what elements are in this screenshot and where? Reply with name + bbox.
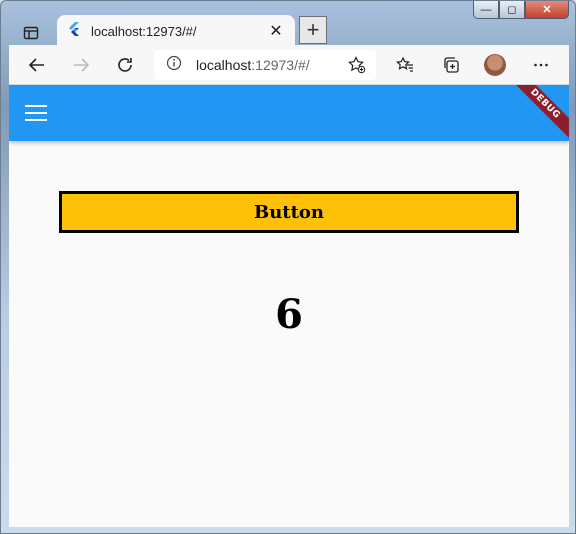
tab-title: localhost:12973/#/: [91, 23, 197, 39]
back-icon[interactable]: [23, 51, 51, 79]
more-options-icon[interactable]: [527, 51, 555, 79]
tab-strip: localhost:12973/#/ ✕ +: [9, 13, 569, 47]
app-bar: DEBUG: [9, 85, 569, 145]
profile-avatar[interactable]: [484, 54, 506, 76]
url-text: localhost:12973/#/: [196, 57, 310, 73]
collections-icon[interactable]: [437, 51, 465, 79]
browser-toolbar: localhost:12973/#/: [9, 45, 569, 85]
info-icon[interactable]: [166, 55, 182, 76]
tab-close-icon[interactable]: ✕: [267, 21, 285, 41]
favorites-icon[interactable]: [391, 51, 419, 79]
forward-icon[interactable]: [67, 51, 95, 79]
flutter-favicon-icon: [67, 21, 81, 41]
tab-actions-icon[interactable]: [17, 19, 45, 47]
web-content: DEBUG Button 6: [9, 85, 569, 527]
browser-tab[interactable]: localhost:12973/#/ ✕: [57, 15, 295, 47]
add-favorite-icon[interactable]: [343, 51, 371, 79]
counter-text: 6: [275, 291, 303, 338]
debug-banner: DEBUG: [504, 85, 569, 145]
hamburger-menu-icon[interactable]: [25, 103, 47, 123]
browser-window: — ◻ ✕ localhost:12973/#/ ✕ + localhost:1…: [0, 0, 576, 534]
main-button[interactable]: Button: [59, 191, 519, 233]
new-tab-button[interactable]: +: [299, 16, 327, 44]
refresh-icon[interactable]: [111, 51, 139, 79]
